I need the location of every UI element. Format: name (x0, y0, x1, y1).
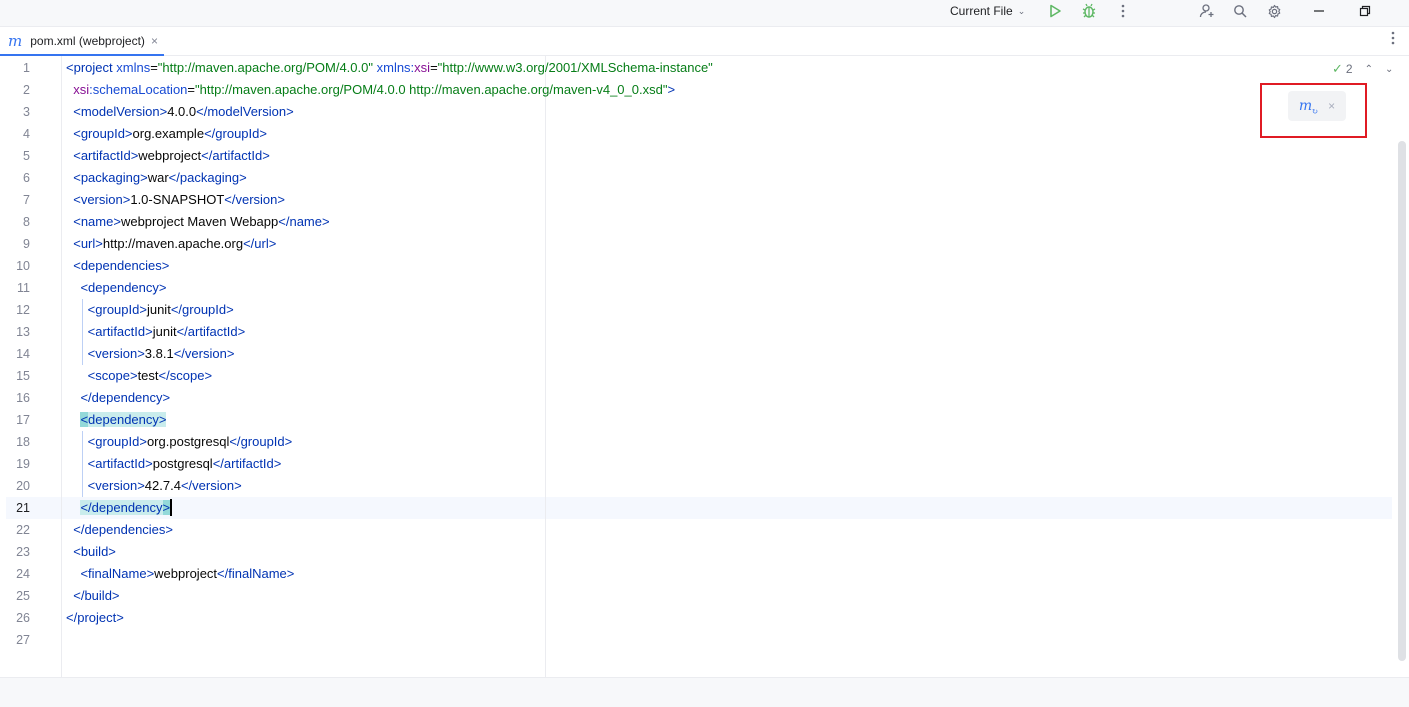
code-line-4: <groupId>org.example</groupId> (73, 126, 267, 141)
line-number: 12 (16, 303, 30, 317)
line-number: 17 (16, 413, 30, 427)
code-with-me-button[interactable] (1196, 0, 1218, 22)
minimize-icon (1314, 10, 1324, 12)
code-line-10: <dependencies> (73, 258, 170, 273)
code-line-11: <dependency> (80, 280, 167, 295)
line-number: 10 (16, 259, 30, 273)
code-line-7: <version>1.0-SNAPSHOT</version> (73, 192, 285, 207)
line-number: 11 (17, 281, 30, 295)
run-icon (1050, 4, 1061, 18)
line-number: 22 (16, 523, 30, 537)
code-line-13: <artifactId>junit</artifactId> (87, 324, 246, 339)
tab-options-button[interactable] (1391, 31, 1395, 48)
line-number: 21 (16, 501, 30, 515)
line-number: 24 (16, 567, 30, 581)
line-number: 6 (23, 171, 30, 185)
code-line-22: </dependencies> (73, 522, 174, 537)
debug-button[interactable] (1078, 0, 1100, 22)
text-caret (170, 499, 173, 517)
code-line-14: <version>3.8.1</version> (87, 346, 235, 361)
line-number: 16 (16, 391, 30, 405)
line-number: 20 (16, 479, 30, 493)
code-editor[interactable]: 1 2 3 4 5 6 7 8 9 10 11 12 13 14 15 16 17 18 19 20 21 22 23 24 2… (6, 56, 1406, 677)
code-line-15: <scope>test</scope> (87, 368, 213, 383)
run-configuration-selector[interactable]: Current File ⌄ (944, 0, 1034, 22)
next-highlight-icon[interactable]: ⌄ (1385, 64, 1393, 75)
line-number: 26 (16, 611, 30, 625)
line-number: 18 (16, 435, 30, 449)
status-bar (0, 677, 1409, 707)
line-number: 4 (23, 127, 30, 141)
editor-tab-bar: m pom.xml (webproject) × (0, 26, 1409, 56)
more-actions-button[interactable] (1112, 0, 1134, 22)
run-configuration-label: Current File (950, 4, 1013, 18)
code-line-6: <packaging>war</packaging> (73, 170, 247, 185)
line-number: 9 (23, 237, 30, 251)
main-toolbar: Current File ⌄ (0, 0, 1409, 26)
code-line-21: </dependency> (80, 499, 173, 517)
code-line-19: <artifactId>postgresql</artifactId> (87, 456, 282, 471)
line-number: 1 (23, 61, 30, 75)
gear-icon (1268, 4, 1280, 18)
previous-highlight-icon[interactable]: ⌃ (1365, 64, 1373, 75)
maven-file-icon: m (8, 32, 23, 50)
restore-icon (1359, 5, 1371, 17)
line-number: 25 (16, 589, 30, 603)
code-line-25: </build> (73, 588, 120, 603)
tab-label: pom.xml (webproject) (30, 34, 145, 48)
debug-icon (1082, 3, 1096, 18)
code-line-26: </project> (66, 610, 124, 625)
annotation-highlight-box (1260, 83, 1367, 138)
line-number: 27 (16, 633, 30, 647)
code-line-12: <groupId>junit</groupId> (87, 302, 234, 317)
code-line-24: <finalName>webproject</finalName> (80, 566, 295, 581)
right-margin-guide (545, 56, 546, 677)
more-vertical-icon (1391, 31, 1395, 45)
restore-button[interactable] (1354, 0, 1376, 22)
line-number: 19 (16, 457, 30, 471)
line-number: 7 (23, 193, 30, 207)
current-line-highlight (6, 497, 1392, 519)
code-line-23: <build> (73, 544, 116, 559)
search-everywhere-button[interactable] (1229, 0, 1251, 22)
settings-button[interactable] (1263, 0, 1285, 22)
code-line-17: <dependency> (80, 412, 167, 427)
line-number: 23 (16, 545, 30, 559)
line-number: 8 (23, 215, 30, 229)
line-number: 15 (16, 369, 30, 383)
code-line-9: <url>http://maven.apache.org</url> (73, 236, 277, 251)
code-line-20: <version>42.7.4</version> (87, 478, 242, 493)
line-number: 14 (16, 347, 30, 361)
code-line-18: <groupId>org.postgresql</groupId> (87, 434, 293, 449)
code-line-16: </dependency> (80, 390, 171, 405)
vertical-scrollbar[interactable] (1398, 141, 1406, 661)
line-number: 5 (23, 149, 30, 163)
line-number: 3 (23, 105, 30, 119)
add-user-icon (1199, 4, 1214, 18)
chevron-down-icon: ⌄ (1017, 5, 1026, 16)
line-number: 13 (16, 325, 30, 339)
line-number: 2 (23, 83, 30, 97)
code-line-5: <artifactId>webproject</artifactId> (73, 148, 270, 163)
run-button[interactable] (1044, 0, 1066, 22)
tab-close-icon[interactable]: × (151, 34, 158, 48)
inspections-widget[interactable]: ✓ 2 ⌃ ⌄ (1332, 61, 1393, 77)
code-line-1: <project xmlns="http://maven.apache.org/… (66, 60, 713, 75)
minimize-button[interactable] (1308, 0, 1330, 22)
tab-pom-xml[interactable]: m pom.xml (webproject) × (0, 27, 166, 55)
check-icon: ✓ (1332, 61, 1343, 76)
code-line-3: <modelVersion>4.0.0</modelVersion> (73, 104, 294, 119)
more-vertical-icon (1121, 4, 1125, 18)
inspection-count: 2 (1345, 62, 1353, 76)
code-line-8: <name>webproject Maven Webapp</name> (73, 214, 330, 229)
search-icon (1234, 5, 1247, 18)
code-line-2: xsi:schemaLocation="http://maven.apache.… (73, 82, 676, 97)
